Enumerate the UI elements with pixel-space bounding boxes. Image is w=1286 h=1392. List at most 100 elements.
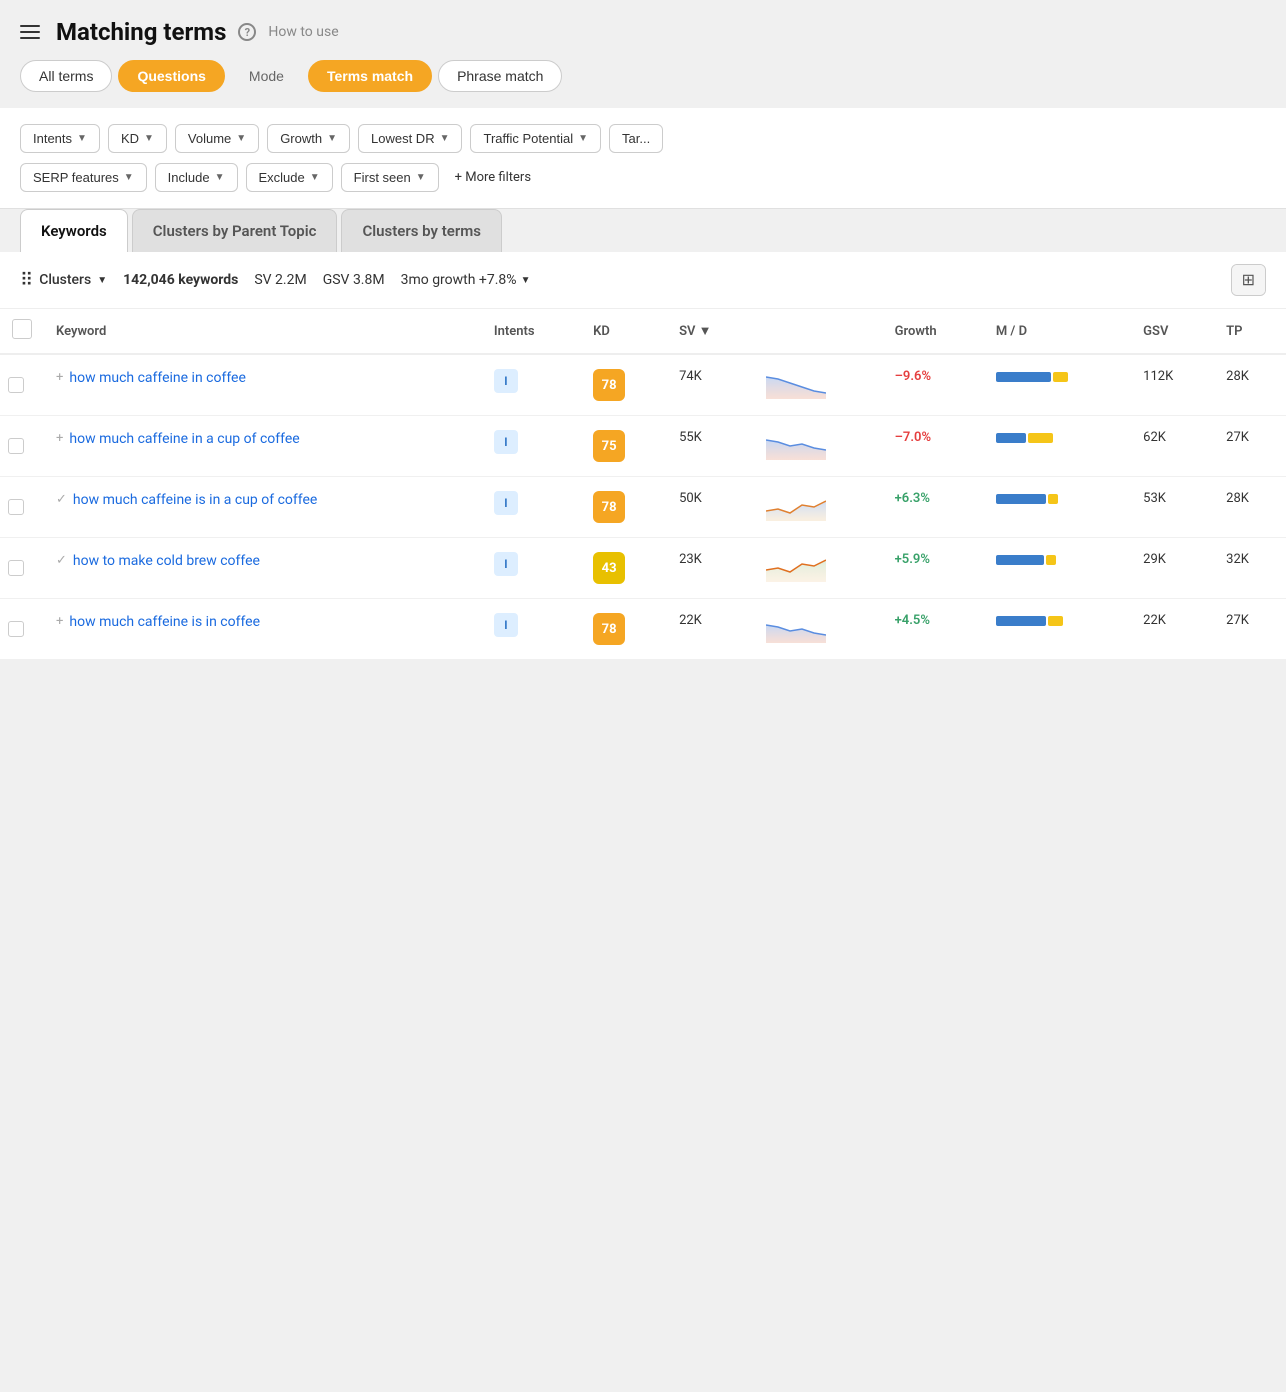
row-checkbox-cell[interactable]	[0, 354, 44, 416]
intent-cell: I	[482, 354, 581, 416]
tab-clusters-terms[interactable]: Clusters by terms	[341, 209, 502, 252]
bar-yellow	[1048, 494, 1058, 504]
row-checkbox[interactable]	[8, 499, 24, 515]
tab-mode: Mode	[231, 61, 302, 91]
bar-blue	[996, 372, 1051, 382]
th-md[interactable]: M / D	[984, 309, 1131, 354]
th-growth[interactable]: Growth	[883, 309, 984, 354]
intent-cell: I	[482, 416, 581, 477]
filters-section: Intents ▼ KD ▼ Volume ▼ Growth ▼ Lowest …	[0, 108, 1286, 209]
row-checkbox[interactable]	[8, 560, 24, 576]
chevron-down-icon: ▼	[310, 172, 320, 183]
tp-cell: 27K	[1214, 599, 1286, 660]
gsv-stat: GSV 3.8M	[323, 272, 385, 288]
clusters-button[interactable]: ⠿ Clusters ▼	[20, 270, 107, 291]
th-intents[interactable]: Intents	[482, 309, 581, 354]
column-view-button[interactable]: ⊞	[1232, 265, 1265, 295]
keyword-link[interactable]: how to make cold brew coffee	[73, 552, 260, 572]
row-action-icon[interactable]: ✓	[56, 493, 67, 506]
keyword-cell: ✓ how much caffeine is in a cup of coffe…	[44, 477, 482, 538]
th-gsv[interactable]: GSV	[1131, 309, 1214, 354]
column-toggle[interactable]: ⊞	[1231, 264, 1266, 296]
growth-stat[interactable]: 3mo growth +7.8% ▼	[401, 272, 531, 288]
tab-questions[interactable]: Questions	[118, 60, 224, 92]
row-checkbox-cell[interactable]	[0, 477, 44, 538]
tab-clusters-parent[interactable]: Clusters by Parent Topic	[132, 209, 338, 252]
hamburger-menu[interactable]	[16, 21, 44, 43]
filter-row-1: Intents ▼ KD ▼ Volume ▼ Growth ▼ Lowest …	[20, 124, 1266, 153]
row-action-icon[interactable]: +	[56, 615, 63, 628]
tp-cell: 28K	[1214, 477, 1286, 538]
gsv-cell: 112K	[1131, 354, 1214, 416]
filter-include[interactable]: Include ▼	[155, 163, 238, 192]
row-action-icon[interactable]: +	[56, 432, 63, 445]
row-checkbox-cell[interactable]	[0, 416, 44, 477]
more-filters-button[interactable]: + More filters	[447, 164, 539, 191]
keyword-link[interactable]: how much caffeine is in a cup of coffee	[73, 491, 317, 511]
md-bar	[996, 613, 1119, 629]
filter-intents[interactable]: Intents ▼	[20, 124, 100, 153]
sv-cell: 22K	[667, 599, 754, 660]
bar-yellow	[1028, 433, 1053, 443]
kd-cell: 78	[581, 477, 667, 538]
filter-serp-features[interactable]: SERP features ▼	[20, 163, 147, 192]
filter-volume[interactable]: Volume ▼	[175, 124, 259, 153]
keyword-link[interactable]: how much caffeine in a cup of coffee	[69, 430, 299, 450]
tab-phrase-match[interactable]: Phrase match	[438, 60, 562, 92]
growth-cell: +6.3%	[883, 477, 984, 538]
chevron-down-icon: ▼	[416, 172, 426, 183]
chevron-down-icon: ▼	[521, 275, 531, 286]
tab-keywords[interactable]: Keywords	[20, 209, 128, 252]
help-icon[interactable]: ?	[238, 23, 256, 41]
filter-exclude[interactable]: Exclude ▼	[246, 163, 333, 192]
md-cell	[984, 538, 1131, 599]
keyword-link[interactable]: how much caffeine in coffee	[69, 369, 246, 389]
kd-cell: 78	[581, 599, 667, 660]
th-sv[interactable]: SV ▼	[667, 309, 754, 354]
table-row: ✓ how much caffeine is in a cup of coffe…	[0, 477, 1286, 538]
kd-badge: 78	[593, 613, 625, 645]
th-kd[interactable]: KD	[581, 309, 667, 354]
select-all-checkbox[interactable]	[12, 319, 32, 339]
keywords-count: 142,046 keywords	[123, 272, 238, 288]
table-header-row: Keyword Intents KD SV ▼ Growth	[0, 309, 1286, 354]
th-checkbox[interactable]	[0, 309, 44, 354]
filter-growth[interactable]: Growth ▼	[267, 124, 350, 153]
row-checkbox[interactable]	[8, 377, 24, 393]
kd-badge: 78	[593, 369, 625, 401]
row-action-icon[interactable]: +	[56, 371, 63, 384]
row-checkbox-cell[interactable]	[0, 599, 44, 660]
kd-badge: 78	[593, 491, 625, 523]
sparkline-cell	[754, 416, 883, 477]
row-action-icon[interactable]: ✓	[56, 554, 67, 567]
th-tp[interactable]: TP	[1214, 309, 1286, 354]
gsv-cell: 22K	[1131, 599, 1214, 660]
bar-blue	[996, 433, 1026, 443]
tab-all-terms[interactable]: All terms	[20, 60, 112, 92]
filter-traffic-potential[interactable]: Traffic Potential ▼	[470, 124, 601, 153]
gsv-cell: 29K	[1131, 538, 1214, 599]
sparkline-chart	[766, 369, 826, 399]
filter-first-seen[interactable]: First seen ▼	[341, 163, 439, 192]
tab-terms-match[interactable]: Terms match	[308, 60, 432, 92]
md-bar	[996, 430, 1119, 446]
table-row: + how much caffeine in a cup of coffee I…	[0, 416, 1286, 477]
sparkline-chart	[766, 491, 826, 521]
growth-value: +4.5%	[895, 613, 930, 628]
how-to-use-link[interactable]: How to use	[268, 24, 338, 40]
filter-tar[interactable]: Tar...	[609, 124, 663, 153]
bar-yellow	[1053, 372, 1068, 382]
filter-lowest-dr[interactable]: Lowest DR ▼	[358, 124, 462, 153]
row-checkbox[interactable]	[8, 438, 24, 454]
th-keyword[interactable]: Keyword	[44, 309, 482, 354]
row-checkbox[interactable]	[8, 621, 24, 637]
keywords-table: Keyword Intents KD SV ▼ Growth	[0, 309, 1286, 660]
keyword-link[interactable]: how much caffeine is in coffee	[69, 613, 260, 633]
sparkline-chart	[766, 430, 826, 460]
chevron-down-icon: ▼	[327, 133, 337, 144]
keyword-cell: ✓ how to make cold brew coffee	[44, 538, 482, 599]
kd-cell: 43	[581, 538, 667, 599]
row-checkbox-cell[interactable]	[0, 538, 44, 599]
keywords-table-wrap: Keyword Intents KD SV ▼ Growth	[0, 309, 1286, 660]
filter-kd[interactable]: KD ▼	[108, 124, 167, 153]
